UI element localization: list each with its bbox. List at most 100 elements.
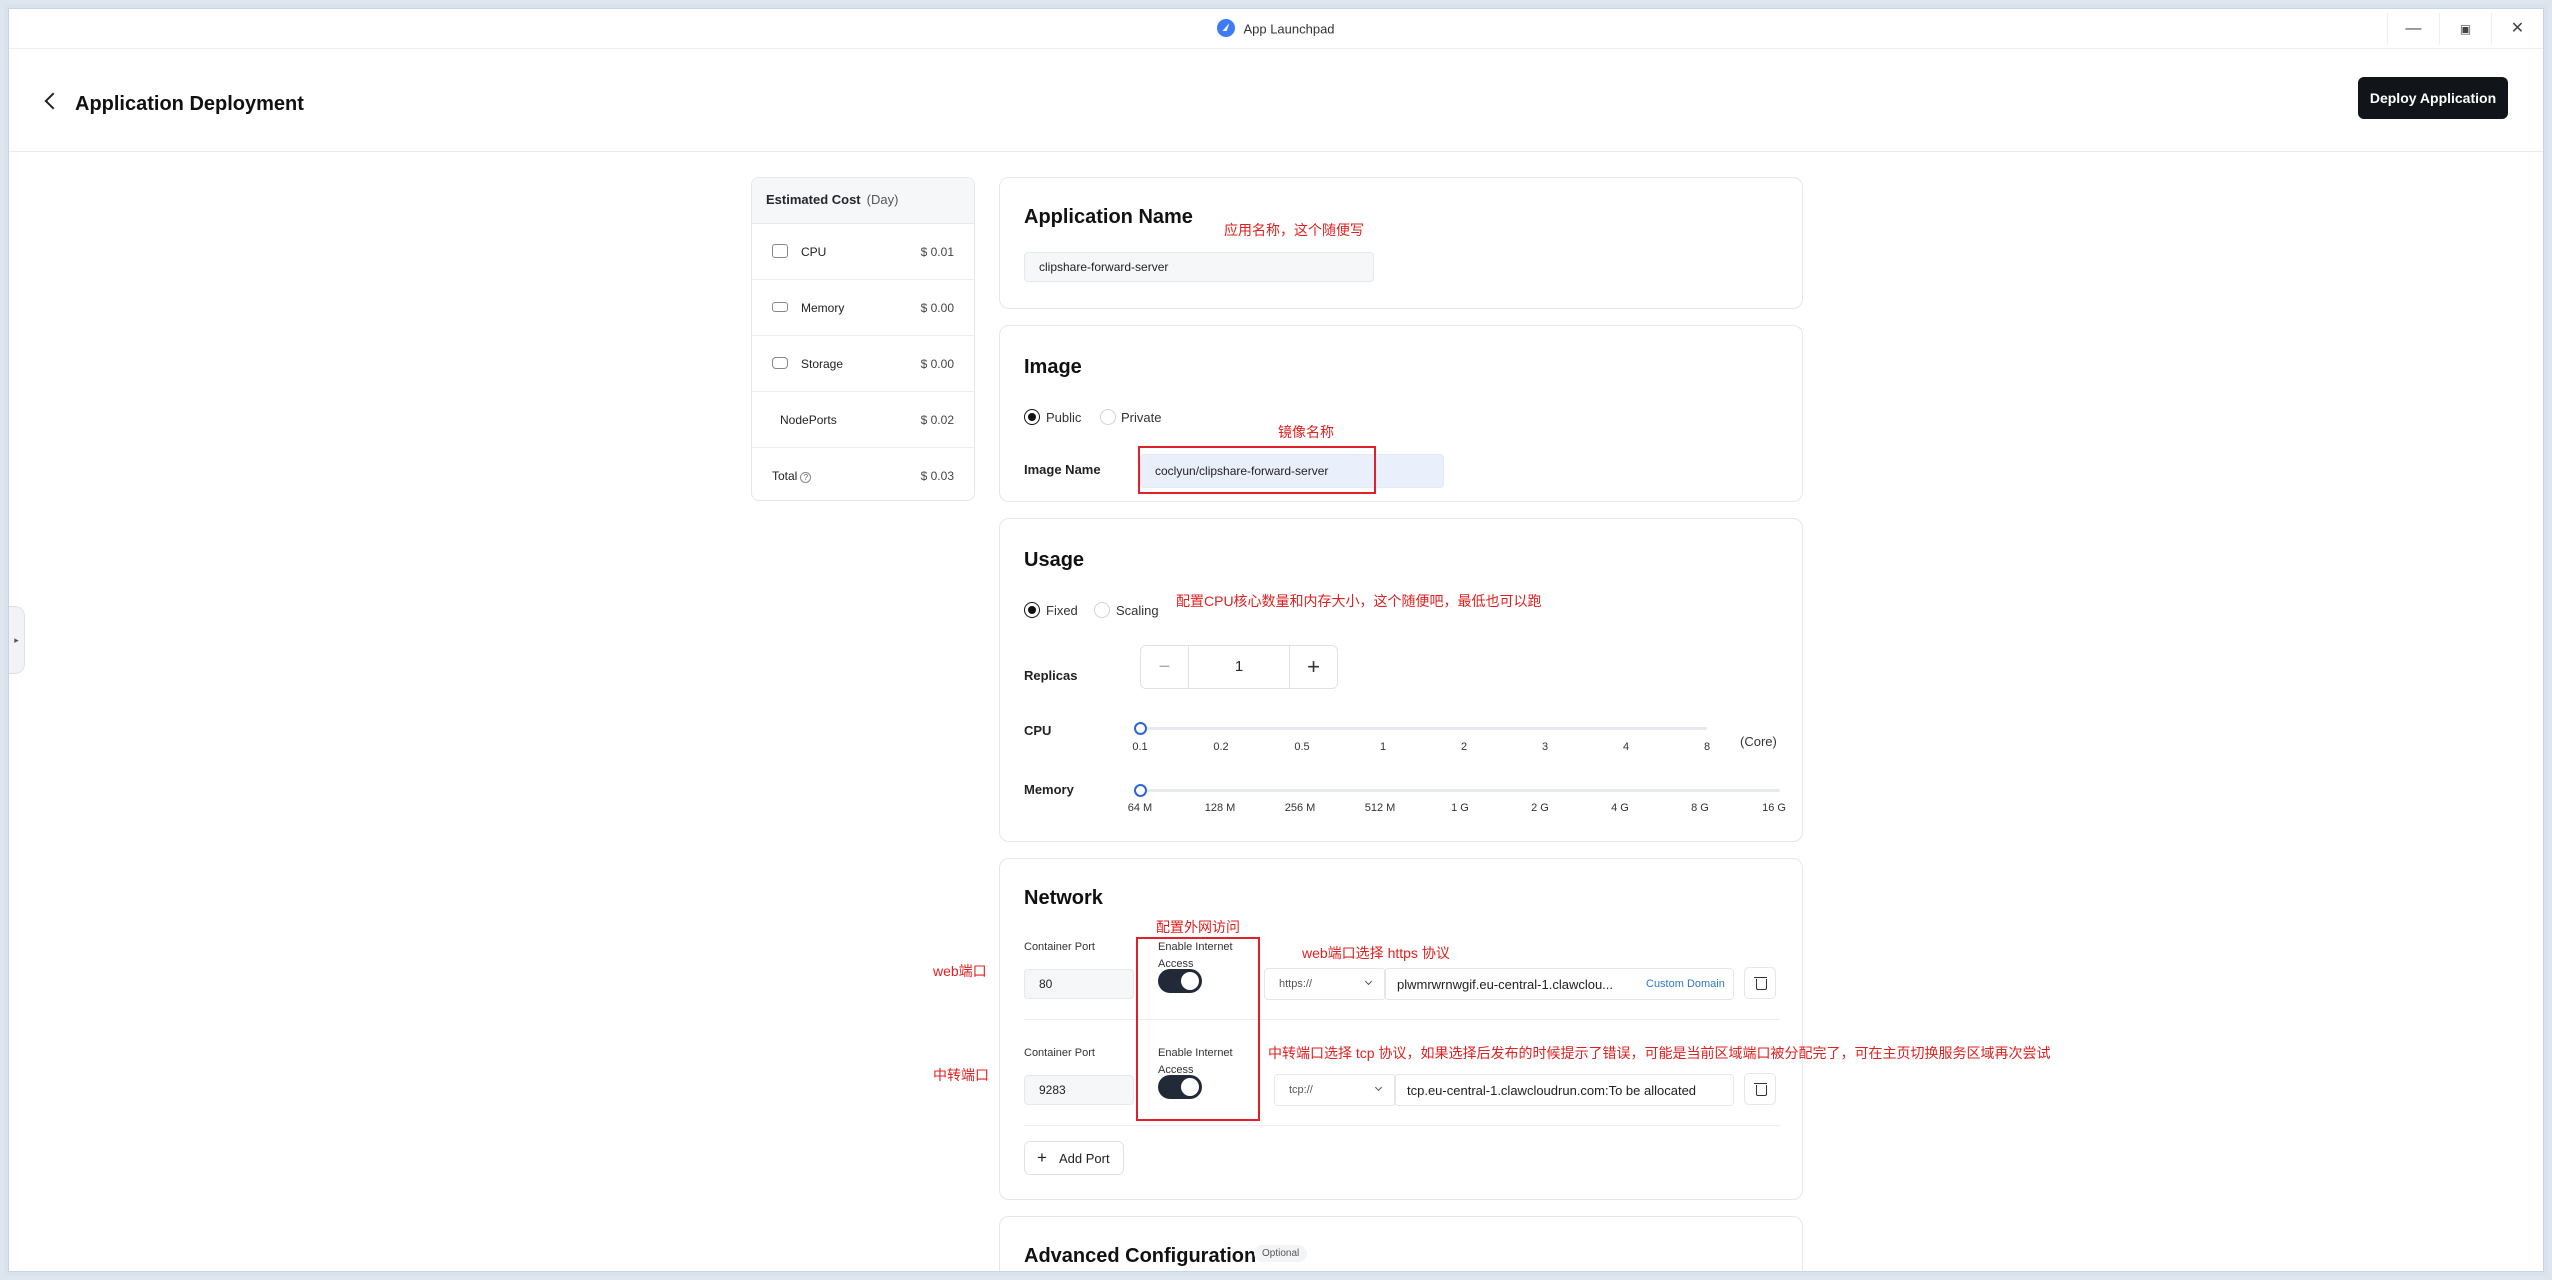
cost-total-label: Total? [772,469,812,483]
chevron-down-icon [1374,1083,1383,1092]
cost-header: Estimated Cost (Day) [752,178,974,224]
memory-tick: 16 G [1762,802,1786,814]
add-port-button[interactable]: + Add Port [1024,1141,1124,1175]
cost-label: Total [772,469,798,483]
memory-tick: 8 G [1691,802,1709,814]
cost-row-total: Total? $ 0.03 [752,448,974,504]
cpu-unit-label: (Core) [1740,734,1777,749]
card-title: Usage [1024,549,1085,571]
cost-value: $ 0.00 [920,301,954,315]
image-name-label: Image Name [1024,462,1101,477]
annotation-app-name: 应用名称，这个随便写 [1224,222,1364,238]
replicas-decrement-button[interactable]: − [1141,646,1189,688]
back-arrow-icon[interactable] [44,92,62,110]
estimated-cost-panel: Estimated Cost (Day) CPU $ 0.01 Memory $ … [751,177,975,501]
cost-value: $ 0.00 [920,357,954,371]
cost-period: (Day) [866,192,899,207]
memory-tick: 128 M [1204,802,1236,814]
memory-tick: 256 M [1284,802,1316,814]
cost-title: Estimated Cost [766,192,861,207]
radio-private-label: Private [1121,410,1162,425]
divider [1024,1125,1780,1126]
delete-port-icon[interactable] [1744,1073,1776,1105]
cost-value: $ 0.01 [920,245,954,259]
app-logo-icon [1217,19,1236,37]
cpu-tick: 1 [1379,741,1387,753]
window-title: App Launchpad [9,19,2543,39]
close-button[interactable]: ✕ [2491,13,2543,45]
replicas-stepper: − 1 + [1140,645,1338,689]
radio-private[interactable] [1100,409,1116,425]
replicas-value[interactable]: 1 [1189,658,1289,675]
custom-domain-link[interactable]: Custom Domain [1640,978,1725,990]
radio-fixed-label: Fixed [1046,603,1078,618]
container-port-input[interactable]: 80 [1024,969,1134,999]
cost-row-cpu: CPU $ 0.01 [752,224,974,280]
storage-icon [772,357,788,369]
replicas-increment-button[interactable]: + [1289,646,1337,688]
container-port-label: Container Port [1024,1047,1095,1059]
network-card: Network Container Port 80 Enable Interne… [999,858,2050,1200]
app-window: App Launchpad — ▣ ✕ Application Deployme… [8,8,2544,1272]
protocol-select[interactable]: https:// [1264,968,1386,1000]
memory-slider-thumb[interactable] [1134,784,1147,797]
usage-card: Usage Fixed Scaling 配置CPU核心数量和内存大小，这个随便吧… [999,518,1803,842]
minimize-button[interactable]: — [2387,13,2439,45]
memory-tick: 4 G [1611,802,1629,814]
page-title: Application Deployment [75,93,304,115]
memory-tick: 64 M [1127,802,1153,814]
add-port-label: Add Port [1059,1151,1110,1166]
memory-slider-track[interactable] [1140,789,1780,792]
help-icon[interactable]: ? [800,472,812,483]
radio-public[interactable] [1024,409,1040,425]
window-title-text: App Launchpad [1243,21,1335,37]
cost-label: NodePorts [780,413,837,427]
cpu-label: CPU [1024,723,1052,738]
radio-scaling[interactable] [1094,602,1110,618]
domain-value: plwmrwrnwgif.eu-central-1.clawclou... [1397,977,1614,992]
sidebar-expand-toggle[interactable]: ▸ [9,606,25,674]
protocol-select[interactable]: tcp:// [1274,1074,1396,1106]
cost-value: $ 0.03 [920,469,954,483]
radio-public-label: Public [1046,410,1082,425]
application-name-input[interactable]: clipshare-forward-server [1024,252,1374,282]
domain-value: tcp.eu-central-1.clawcloudrun.com:To be … [1407,1083,1697,1098]
memory-tick: 1 G [1451,802,1469,814]
image-card: Image Public Private Image Name coclyun/… [999,325,1803,502]
cost-label: Memory [801,301,845,315]
cost-label: CPU [801,245,827,259]
card-title: Network [1024,887,1103,909]
annotation-tcp-protocol: 中转端口选择 tcp 协议，如果选择后发布的时候提示了错误，可能是当前区域端口被… [1268,1045,2051,1061]
memory-label: Memory [1024,782,1074,797]
delete-port-icon[interactable] [1744,967,1776,999]
memory-icon [772,302,788,312]
domain-field[interactable]: tcp.eu-central-1.clawcloudrun.com:To be … [1394,1074,1734,1106]
cpu-tick: 0.5 [1294,741,1310,753]
cpu-slider-track[interactable] [1140,727,1707,730]
cpu-tick: 4 [1622,741,1630,753]
plus-icon: + [1037,1148,1047,1167]
cpu-tick: 0.2 [1213,741,1229,753]
annotation-internet: 配置外网访问 [1156,919,1240,935]
maximize-button[interactable]: ▣ [2439,13,2491,45]
cost-value: $ 0.02 [920,413,954,427]
annotation-image-name: 镜像名称 [1278,424,1334,440]
deploy-application-button[interactable]: Deploy Application [2358,77,2508,119]
card-title: Application Name [1024,206,1193,228]
cpu-tick: 3 [1541,741,1549,753]
container-port-input[interactable]: 9283 [1024,1075,1134,1105]
annotation-relay-port: 中转端口 [933,1067,989,1083]
title-bar: App Launchpad — ▣ ✕ [9,9,2543,49]
cpu-tick: 8 [1703,741,1711,753]
memory-tick: 2 G [1531,802,1549,814]
annotation-web-port: web端口 [933,963,987,979]
cpu-slider-thumb[interactable] [1134,722,1147,735]
cost-label: Storage [801,357,844,371]
cpu-tick: 0.1 [1132,741,1148,753]
memory-tick: 512 M [1364,802,1396,814]
optional-badge: Optional [1254,1245,1308,1262]
cost-row-memory: Memory $ 0.00 [752,280,974,336]
radio-fixed[interactable] [1024,602,1040,618]
cost-row-storage: Storage $ 0.00 [752,336,974,392]
replicas-label: Replicas [1024,668,1078,683]
